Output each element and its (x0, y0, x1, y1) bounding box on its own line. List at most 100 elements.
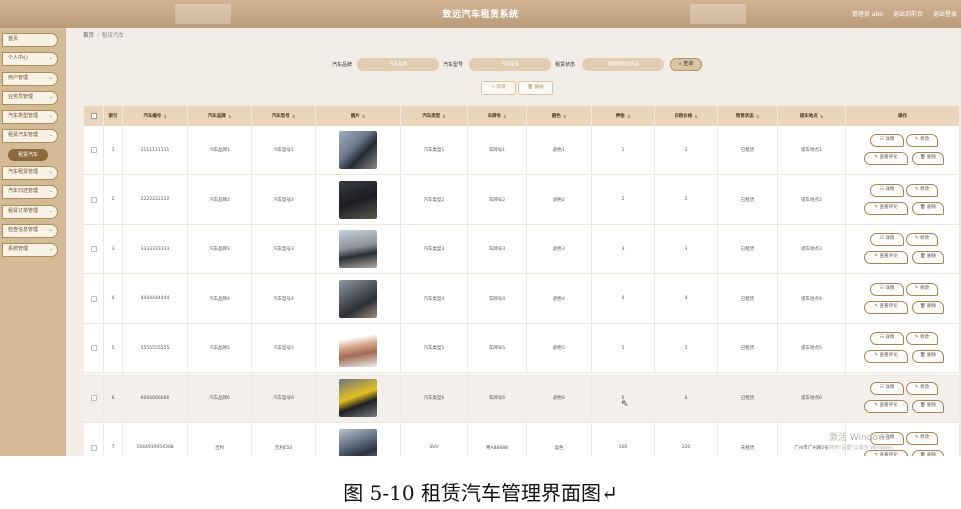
cell-type: 汽车类型3 (401, 225, 468, 274)
delete-button[interactable]: 🗑 删除 (912, 400, 944, 413)
logout-link[interactable]: 退出登录 (933, 9, 957, 18)
detail-button[interactable]: ☷ 详情 (870, 332, 904, 346)
column-header-label: 图片 (350, 114, 360, 119)
cell-car-no: 3333333333 (123, 225, 188, 274)
delete-button[interactable]: 🗑 删除 (912, 152, 944, 165)
column-header[interactable]: 颜色 ⇅ (527, 106, 592, 126)
row-select-cell (84, 324, 104, 373)
model-input[interactable]: 汽车型号 (469, 58, 551, 71)
view-reviews-button[interactable]: ✎ 查看评论 (864, 400, 908, 413)
sidebar-item[interactable]: 首页 (2, 33, 58, 47)
edit-button[interactable]: ✎ 修改 (906, 282, 938, 296)
column-header[interactable]: 汽车编号 ⇅ (123, 106, 188, 126)
select-all-checkbox[interactable] (90, 113, 97, 119)
delete-button[interactable]: 🗑 删除 (912, 201, 944, 215)
car-thumbnail[interactable] (339, 329, 377, 368)
cell-color: 颜色6 (527, 374, 592, 422)
detail-button[interactable]: ☷ 详情 (870, 382, 904, 395)
trash-icon: 🗑 (919, 204, 928, 210)
cell-index: 2 (104, 175, 123, 224)
sidebar-item[interactable]: 租赁订单管理 ⌄ (2, 205, 58, 219)
cell-index: 1 (104, 126, 123, 174)
view-reviews-button[interactable]: ✎ 查看评论 (864, 152, 908, 165)
column-header[interactable]: 车牌号 ⇅ (468, 106, 527, 126)
column-header[interactable]: 图片 ⇅ (316, 106, 401, 126)
sidebar-item[interactable]: 汽车类型管理 ⌄ (2, 110, 58, 124)
watermark-line2: 转到"设置"以激活 Windows。 (829, 445, 898, 451)
chevron-down-icon: ⌄ (48, 55, 53, 61)
cell-plate: 车牌号5 (468, 324, 527, 373)
cell-daily: 6 (655, 374, 718, 422)
sidebar-item[interactable]: 用户管理 ⌄ (2, 72, 58, 86)
search-icon: ⌕ (678, 61, 682, 67)
sidebar-item[interactable]: 个人中心 ⌄ (2, 52, 58, 66)
edit-button[interactable]: ✎ 修改 (906, 431, 938, 445)
view-reviews-button[interactable]: ✎ 查看评论 (864, 201, 908, 215)
column-header[interactable]: 汽车品牌 ⇅ (188, 106, 252, 126)
view-reviews-button[interactable]: ✎ 查看评论 (864, 251, 908, 265)
row-checkbox[interactable] (90, 196, 97, 203)
add-button[interactable]: + 新增 (481, 81, 516, 95)
table-row: 4 4444444444 汽车品牌4 汽车型号4 汽车类型4 车牌号4 颜色4 4 4 已租赁 提车… (84, 274, 960, 324)
cell-index: 4 (104, 274, 123, 323)
sidebar-item[interactable]: 租赁汽车管理 ⌄ (2, 129, 58, 143)
column-header[interactable]: 提车地点 ⇅ (778, 106, 846, 126)
row-checkbox[interactable] (90, 444, 97, 451)
car-thumbnail[interactable] (339, 180, 377, 219)
row-select-cell (84, 126, 104, 174)
cell-type: SUV (401, 423, 468, 456)
detail-button[interactable]: ☷ 详情 (870, 183, 904, 197)
edit-button[interactable]: ✎ 修改 (906, 233, 938, 247)
row-checkbox[interactable] (90, 246, 97, 253)
sidebar-item[interactable]: 检查信息管理 ⌄ (2, 224, 58, 238)
column-header[interactable]: 日租价格 ⇅ (655, 106, 718, 126)
brand-input[interactable]: 汽车品牌 (357, 58, 439, 71)
sort-icon: ⇅ (163, 113, 167, 119)
batch-delete-button[interactable]: 🗑 删除 (518, 81, 553, 95)
back-to-front-link[interactable]: 退出到前台 (893, 9, 923, 18)
sidebar-item[interactable]: 汽车归还管理 ⌄ (2, 185, 58, 199)
row-checkbox[interactable] (90, 295, 97, 302)
batch-delete-label: 删除 (534, 85, 544, 90)
row-checkbox[interactable] (90, 395, 97, 401)
delete-button[interactable]: 🗑 删除 (912, 350, 944, 364)
car-thumbnail[interactable] (339, 230, 377, 269)
rental-car-table: 索引 汽车编号 ⇅ 汽车品牌 ⇅ 汽车型号 ⇅ 图片 ⇅ 汽车类型 ⇅ 车牌号 ⇅ 颜色 ⇅ 押金 ⇅ 日租价格 ⇅… (84, 106, 960, 456)
column-header[interactable]: 汽车类型 ⇅ (401, 106, 468, 126)
car-thumbnail[interactable] (339, 131, 377, 169)
query-button[interactable]: ⌕ 查询 (670, 58, 702, 71)
car-image-cell (316, 423, 401, 456)
edit-button[interactable]: ✎ 修改 (906, 183, 938, 197)
detail-button[interactable]: ☷ 详情 (870, 134, 904, 147)
car-thumbnail[interactable] (339, 428, 377, 456)
sidebar-item[interactable]: 业务员管理 ⌄ (2, 91, 58, 105)
detail-button[interactable]: ☷ 详情 (870, 233, 904, 247)
cell-car-no: 1644919954308 (123, 423, 188, 456)
breadcrumb-home[interactable]: 首页 (83, 33, 94, 39)
column-header[interactable]: 租赁状态 ⇅ (718, 106, 778, 126)
sidebar-item[interactable]: 系统管理 ⌄ (2, 243, 58, 257)
column-header[interactable]: 押金 ⇅ (592, 106, 655, 126)
row-checkbox[interactable] (90, 147, 97, 153)
row-checkbox[interactable] (90, 345, 97, 352)
detail-button[interactable]: ☷ 详情 (870, 282, 904, 296)
car-thumbnail[interactable] (339, 279, 377, 318)
delete-button[interactable]: 🗑 删除 (912, 449, 944, 456)
edit-button[interactable]: ✎ 修改 (906, 382, 938, 395)
column-header[interactable]: 汽车型号 ⇅ (252, 106, 316, 126)
delete-button[interactable]: 🗑 删除 (912, 300, 944, 314)
status-select[interactable]: 请选择租赁状态 (582, 58, 664, 71)
view-reviews-button[interactable]: ✎ 查看评论 (864, 300, 908, 314)
view-reviews-button[interactable]: ✎ 查看评论 (864, 350, 908, 364)
sidebar-subitem-rental-cars[interactable]: 租赁汽车 (8, 149, 48, 161)
edit-button[interactable]: ✎ 修改 (906, 134, 938, 147)
car-thumbnail[interactable] (339, 379, 377, 417)
view-reviews-button-label: 查看评论 (879, 254, 898, 260)
sidebar-item[interactable]: 汽车租赁管理 ⌄ (2, 166, 58, 180)
top-bar: 致远汽车租赁系统 管理员 abo 退出到前台 退出登录 (0, 0, 961, 28)
row-operations: ☷ 详情 ✎ 修改 ✎ 查看评论 🗑 删除 (846, 324, 959, 372)
edit-button[interactable]: ✎ 修改 (906, 332, 938, 346)
cell-deposit: 1 (592, 126, 655, 174)
trash-icon: 🗑 (527, 85, 534, 90)
delete-button[interactable]: 🗑 删除 (912, 251, 944, 265)
